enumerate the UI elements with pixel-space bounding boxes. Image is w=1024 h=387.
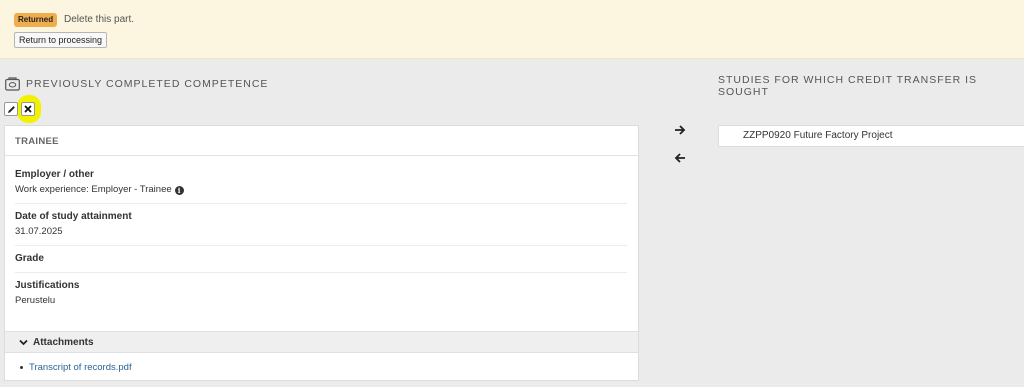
- info-icon[interactable]: i: [174, 185, 184, 195]
- employer-value: Work experience: Employer - Trainee: [15, 184, 172, 195]
- field-value: Work experience: Employer - Trainee i: [15, 182, 627, 198]
- divider: [15, 203, 627, 204]
- attachment-link[interactable]: Transcript of records.pdf: [29, 362, 132, 373]
- close-icon: [24, 105, 32, 113]
- field-label: Justifications: [15, 280, 80, 291]
- field-grade: Grade: [15, 252, 627, 266]
- attachments-label: Attachments: [33, 336, 94, 348]
- competence-card: TRAINEE Employer / other Work experience…: [4, 125, 639, 381]
- card-title: TRAINEE: [5, 126, 638, 156]
- chevron-down-icon: [19, 339, 28, 345]
- field-employer: Employer / other Work experience: Employ…: [15, 168, 627, 198]
- field-date: Date of study attainment 31.07.2025: [15, 210, 627, 240]
- attachment-item: Transcript of records.pdf: [20, 362, 132, 373]
- bullet: [20, 366, 23, 369]
- field-value: 31.07.2025: [15, 226, 63, 237]
- field-value: Perustelu: [15, 295, 56, 306]
- pencil-icon: [7, 105, 15, 113]
- attachments-toggle[interactable]: Attachments: [5, 331, 638, 353]
- field-justifications: Justifications Perustelu: [15, 279, 627, 309]
- divider: [15, 272, 627, 273]
- notice-message: Delete this part.: [64, 14, 135, 25]
- right-section-title: STUDIES FOR WHICH CREDIT TRANSFER IS SOU…: [718, 74, 978, 98]
- delete-button[interactable]: [21, 102, 35, 116]
- returned-badge: Returned: [14, 13, 58, 27]
- return-to-processing-button[interactable]: Return to processing: [14, 32, 108, 48]
- divider: [15, 245, 627, 246]
- arrow-left-icon[interactable]: [674, 153, 686, 163]
- field-label: Date of study attainment: [15, 211, 132, 222]
- credit-transfer-course[interactable]: ZZPP0920 Future Factory Project: [718, 125, 1024, 147]
- returned-notice-bar: Returned Delete this part. Return to pro…: [0, 0, 1024, 59]
- field-label: Employer / other: [15, 169, 94, 180]
- edit-button[interactable]: [4, 102, 18, 116]
- arrow-right-icon[interactable]: [674, 125, 686, 135]
- field-label: Grade: [15, 253, 44, 264]
- left-section-title: PREVIOUSLY COMPLETED COMPETENCE: [26, 78, 269, 90]
- competence-icon: [5, 77, 20, 91]
